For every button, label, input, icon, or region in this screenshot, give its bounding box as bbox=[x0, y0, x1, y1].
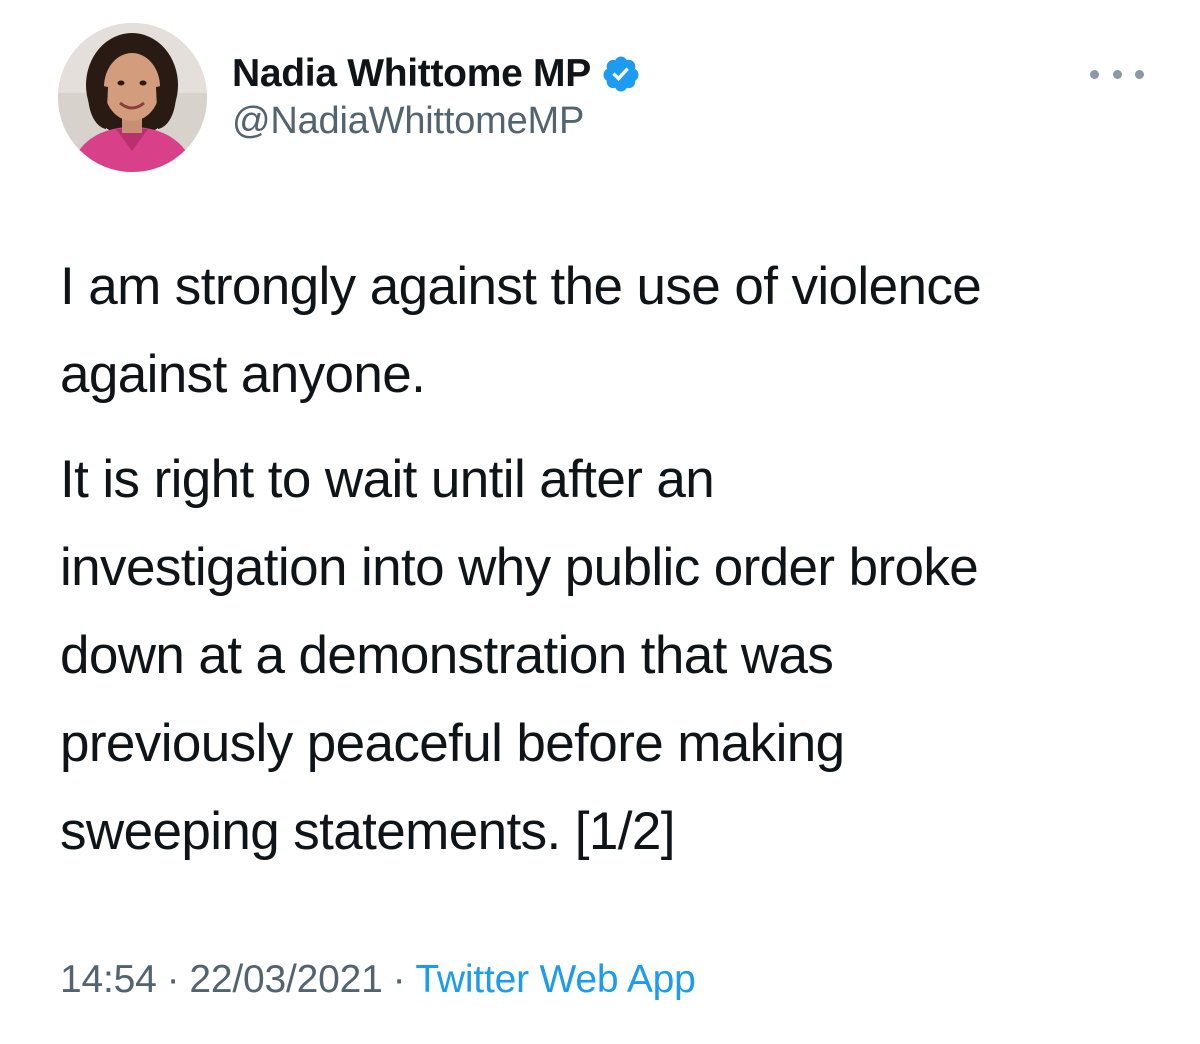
avatar[interactable] bbox=[58, 23, 207, 172]
verified-badge-icon bbox=[601, 54, 641, 94]
meta-separator: · bbox=[392, 958, 406, 1001]
profile-photo bbox=[58, 23, 207, 172]
tweet-paragraph-1: I am strongly against the use of violenc… bbox=[60, 257, 982, 404]
handle[interactable]: @NadiaWhittomeMP bbox=[232, 100, 584, 143]
meta-separator: · bbox=[166, 958, 180, 1001]
more-dot bbox=[1112, 69, 1122, 79]
tweet-text: I am strongly against the use of violenc… bbox=[60, 243, 1170, 876]
more-dot bbox=[1090, 69, 1099, 79]
tweet-paragraph-2: It is right to wait until after an inves… bbox=[60, 450, 979, 861]
tweet: Nadia Whittome MP @NadiaWhittomeMP I am … bbox=[0, 0, 1200, 1044]
tweet-time[interactable]: 14:54 bbox=[60, 958, 157, 1001]
tweet-source-link[interactable]: Twitter Web App bbox=[415, 958, 695, 1001]
more-dot bbox=[1135, 69, 1144, 79]
display-name[interactable]: Nadia Whittome MP bbox=[232, 52, 591, 96]
author-name-row[interactable]: Nadia Whittome MP bbox=[232, 46, 641, 102]
tweet-date[interactable]: 22/03/2021 bbox=[189, 958, 382, 1001]
tweet-meta: 14:54 · 22/03/2021 · Twitter Web App bbox=[60, 958, 696, 1002]
more-horizontal-icon[interactable] bbox=[1090, 60, 1144, 88]
